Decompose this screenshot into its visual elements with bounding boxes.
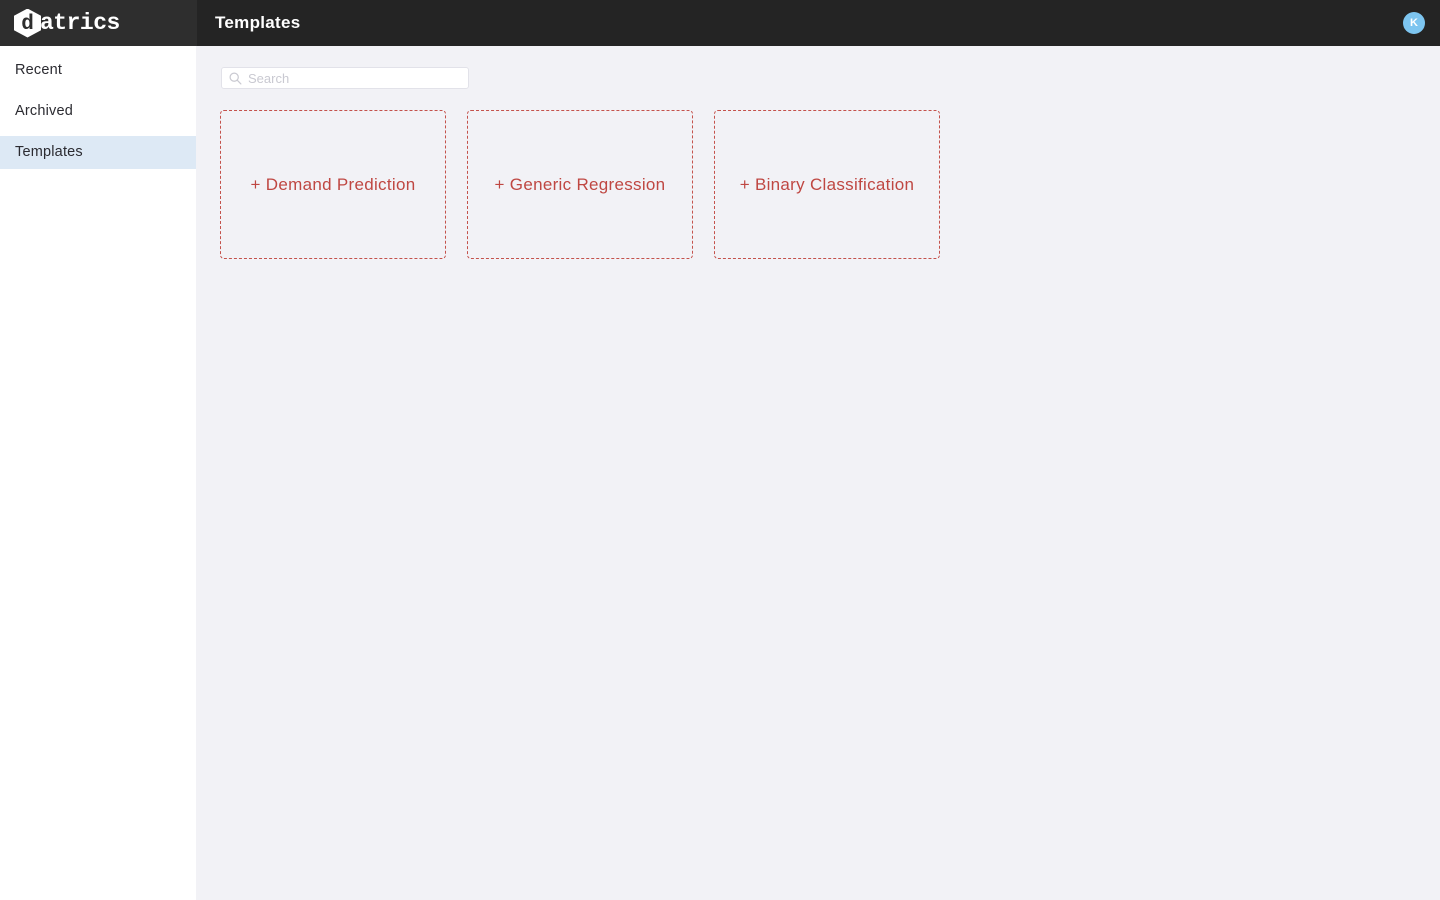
search-box[interactable] [221,67,469,89]
main-content: + Demand Prediction + Generic Regression… [196,46,1440,900]
sidebar-nav: Recent Archived Templates [0,54,196,169]
brand-logo[interactable]: d atrics [0,0,197,46]
sidebar-item-recent[interactable]: Recent [0,54,196,87]
top-bar: d atrics Templates K [0,0,1440,46]
search-input[interactable] [222,68,468,88]
brand-hexagon-letter: d [21,14,34,35]
template-card-demand-prediction[interactable]: + Demand Prediction [220,110,446,259]
sidebar: Recent Archived Templates [0,46,196,900]
sidebar-item-archived[interactable]: Archived [0,95,196,128]
sidebar-item-templates[interactable]: Templates [0,136,196,169]
template-card-binary-classification[interactable]: + Binary Classification [714,110,940,259]
template-card-generic-regression[interactable]: + Generic Regression [467,110,693,259]
avatar[interactable]: K [1403,12,1425,34]
brand-hexagon-icon: d [14,9,41,38]
template-cards: + Demand Prediction + Generic Regression… [220,110,1440,259]
brand-wordmark: atrics [40,10,120,36]
page-title: Templates [215,13,301,33]
